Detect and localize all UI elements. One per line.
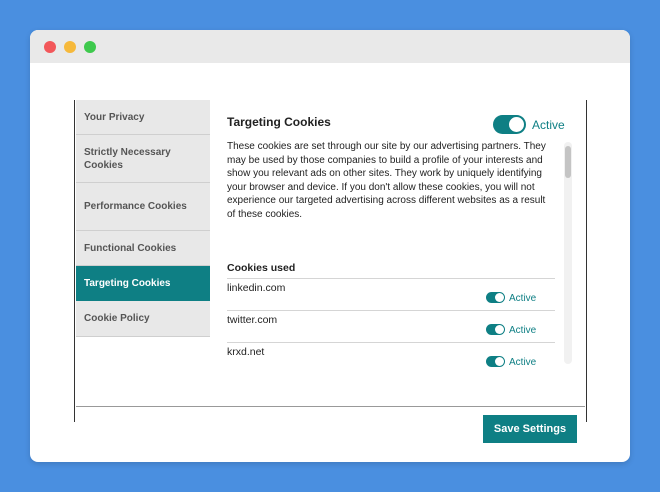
browser-window: Your Privacy Strictly Necessary Cookies … [30, 30, 630, 462]
status-label: Active [532, 118, 565, 132]
cookies-list: linkedin.com Active twitter.com Active k… [227, 278, 555, 368]
cookie-toggle[interactable] [486, 324, 505, 335]
list-item: krxd.net Active [227, 342, 555, 368]
cookie-status: Active [509, 357, 537, 368]
sidebar-item-targeting[interactable]: Targeting Cookies [76, 266, 210, 301]
title-bar [30, 30, 630, 63]
cookie-preferences-dialog: Your Privacy Strictly Necessary Cookies … [74, 100, 587, 443]
cookie-domain: linkedin.com [227, 282, 286, 294]
save-settings-button[interactable]: Save Settings [483, 415, 577, 443]
sidebar-item-your-privacy[interactable]: Your Privacy [76, 100, 210, 135]
cookie-status: Active [509, 293, 537, 304]
cookie-domain: krxd.net [227, 346, 265, 358]
cookie-toggle[interactable] [486, 292, 505, 303]
cookies-used-heading: Cookies used [227, 262, 296, 274]
sidebar-item-cookie-policy[interactable]: Cookie Policy [76, 301, 210, 337]
list-item: linkedin.com Active [227, 278, 555, 310]
toggle-knob [495, 293, 504, 302]
description-text: These cookies are set through our site b… [227, 141, 546, 220]
toggle-knob [509, 117, 524, 132]
scroll-area[interactable]: These cookies are set through our site b… [227, 140, 572, 368]
sidebar: Your Privacy Strictly Necessary Cookies … [76, 100, 210, 337]
targeting-cookies-toggle[interactable] [493, 115, 526, 134]
scrollbar-thumb[interactable] [565, 146, 571, 178]
sidebar-item-strictly-necessary[interactable]: Strictly Necessary Cookies [76, 135, 210, 183]
cookie-toggle[interactable] [486, 356, 505, 367]
toggle-knob [495, 325, 504, 334]
list-item: twitter.com Active [227, 310, 555, 342]
cookie-domain: twitter.com [227, 314, 278, 326]
close-window-icon[interactable] [44, 41, 56, 53]
minimize-window-icon[interactable] [64, 41, 76, 53]
divider [76, 406, 585, 407]
sidebar-item-performance[interactable]: Performance Cookies [76, 183, 210, 231]
scrollbar[interactable] [564, 142, 572, 364]
toggle-knob [495, 357, 504, 366]
cookie-status: Active [509, 325, 537, 336]
maximize-window-icon[interactable] [84, 41, 96, 53]
section-heading: Targeting Cookies [227, 115, 331, 129]
sidebar-item-functional[interactable]: Functional Cookies [76, 231, 210, 266]
